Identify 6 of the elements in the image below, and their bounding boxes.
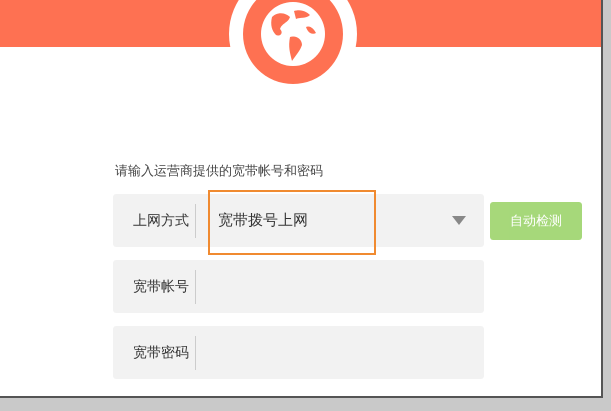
instruction-text: 请输入运营商提供的宽带帐号和密码 bbox=[115, 163, 324, 180]
field-label: 上网方式 bbox=[132, 212, 190, 230]
connection-type-select[interactable]: 宽带拨号上网 bbox=[196, 194, 484, 247]
field-label: 宽带帐号 bbox=[132, 278, 190, 296]
field-label: 宽带密码 bbox=[132, 344, 190, 362]
caret-icon bbox=[452, 216, 466, 225]
